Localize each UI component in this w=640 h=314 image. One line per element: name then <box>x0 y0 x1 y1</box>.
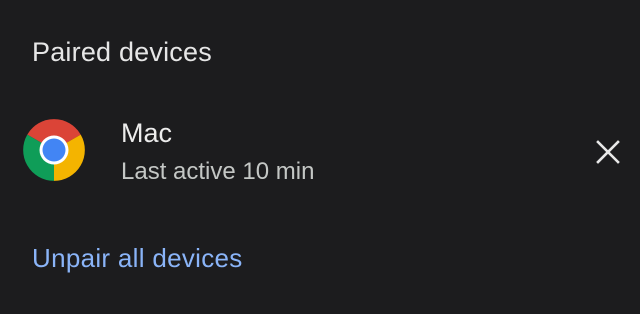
section-title: Paired devices <box>32 37 212 67</box>
chrome-logo-icon <box>22 118 86 182</box>
close-icon <box>596 140 620 164</box>
remove-device-button[interactable] <box>584 128 632 176</box>
unpair-all-devices-button[interactable]: Unpair all devices <box>32 240 243 276</box>
device-name: Mac <box>121 118 173 148</box>
paired-device-row: Mac Last active 10 min <box>0 104 640 196</box>
device-last-active: Last active 10 min <box>121 158 315 185</box>
